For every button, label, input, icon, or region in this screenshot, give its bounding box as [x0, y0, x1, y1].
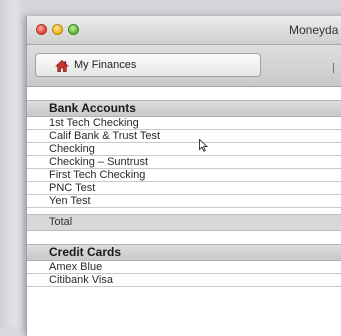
account-row[interactable]: First Tech Checking	[27, 169, 341, 182]
title-bar[interactable]: Moneyda	[27, 16, 341, 45]
account-row[interactable]: Checking	[27, 143, 341, 156]
list-spacer	[27, 87, 341, 100]
toolbar-separator	[333, 63, 334, 73]
zoom-window-button[interactable]	[68, 24, 79, 35]
accounts-list: Bank Accounts 1st Tech Checking Calif Ba…	[27, 87, 341, 287]
house-icon	[55, 60, 69, 72]
account-row[interactable]: Calif Bank & Trust Test	[27, 130, 341, 143]
account-row[interactable]: Amex Blue	[27, 261, 341, 274]
account-row[interactable]: Checking – Suntrust	[27, 156, 341, 169]
bank-accounts-total-row: Total	[27, 214, 341, 231]
account-row[interactable]: 1st Tech Checking	[27, 117, 341, 130]
my-finances-button[interactable]: My Finances	[35, 53, 261, 77]
section-header-credit-cards[interactable]: Credit Cards	[27, 244, 341, 261]
minimize-window-button[interactable]	[52, 24, 63, 35]
list-spacer	[27, 231, 341, 244]
app-window: Moneyda My Finances Bank Accounts 1st Te…	[26, 16, 341, 336]
mouse-pointer-icon	[199, 139, 208, 152]
account-row[interactable]: Citibank Visa	[27, 274, 341, 287]
account-row[interactable]: PNC Test	[27, 182, 341, 195]
window-title: Moneyda	[289, 23, 339, 37]
close-window-button[interactable]	[36, 24, 47, 35]
section-header-bank-accounts[interactable]: Bank Accounts	[27, 100, 341, 117]
toolbar: My Finances	[27, 45, 341, 87]
my-finances-label: My Finances	[74, 59, 137, 71]
account-row[interactable]: Yen Test	[27, 195, 341, 208]
